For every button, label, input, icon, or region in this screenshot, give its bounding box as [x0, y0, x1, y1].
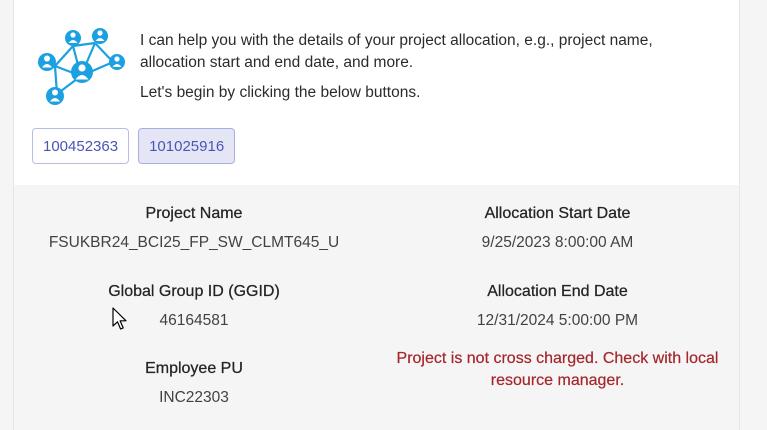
- project-name-field: Project Name FSUKBR24_BCI25_FP_SW_CLMT64…: [14, 205, 374, 252]
- employee-pu-field: Employee PU INC22303: [14, 360, 374, 407]
- allocation-buttons: 100452363 101025916: [32, 128, 236, 164]
- employee-pu-label: Employee PU: [145, 360, 243, 377]
- ggid-field: Global Group ID (GGID) 46164581: [14, 283, 374, 330]
- allocation-button-101025916[interactable]: 101025916: [138, 128, 236, 164]
- intro-section: I can help you with the details of your …: [14, 0, 739, 185]
- ggid-value: 46164581: [159, 312, 229, 329]
- allocation-end-value: 12/31/2024 5:00:00 PM: [476, 312, 639, 329]
- employee-pu-value: INC22303: [159, 389, 229, 406]
- cross-charge-warning: Project is not cross charged. Check with…: [396, 350, 719, 389]
- project-name-label: Project Name: [145, 205, 243, 222]
- allocation-card: I can help you with the details of your …: [13, 0, 740, 430]
- allocation-end-field: Allocation End Date 12/31/2024 5:00:00 P…: [374, 283, 741, 330]
- intro-line-2: Let's begin by clicking the below button…: [140, 84, 421, 101]
- people-network-icon: [38, 28, 125, 105]
- project-name-value: FSUKBR24_BCI25_FP_SW_CLMT645_U: [48, 234, 340, 251]
- allocation-end-label: Allocation End Date: [487, 283, 628, 300]
- intro-message: I can help you with the details of your …: [140, 30, 720, 104]
- ggid-label: Global Group ID (GGID): [108, 283, 280, 300]
- allocation-start-value: 9/25/2023 8:00:00 AM: [481, 234, 634, 251]
- mouse-cursor-icon: [112, 307, 127, 330]
- allocation-start-label: Allocation Start Date: [484, 205, 631, 222]
- intro-line-1: I can help you with the details of your …: [140, 32, 653, 71]
- allocation-start-field: Allocation Start Date 9/25/2023 8:00:00 …: [374, 205, 741, 252]
- allocation-button-100452363[interactable]: 100452363: [32, 128, 130, 164]
